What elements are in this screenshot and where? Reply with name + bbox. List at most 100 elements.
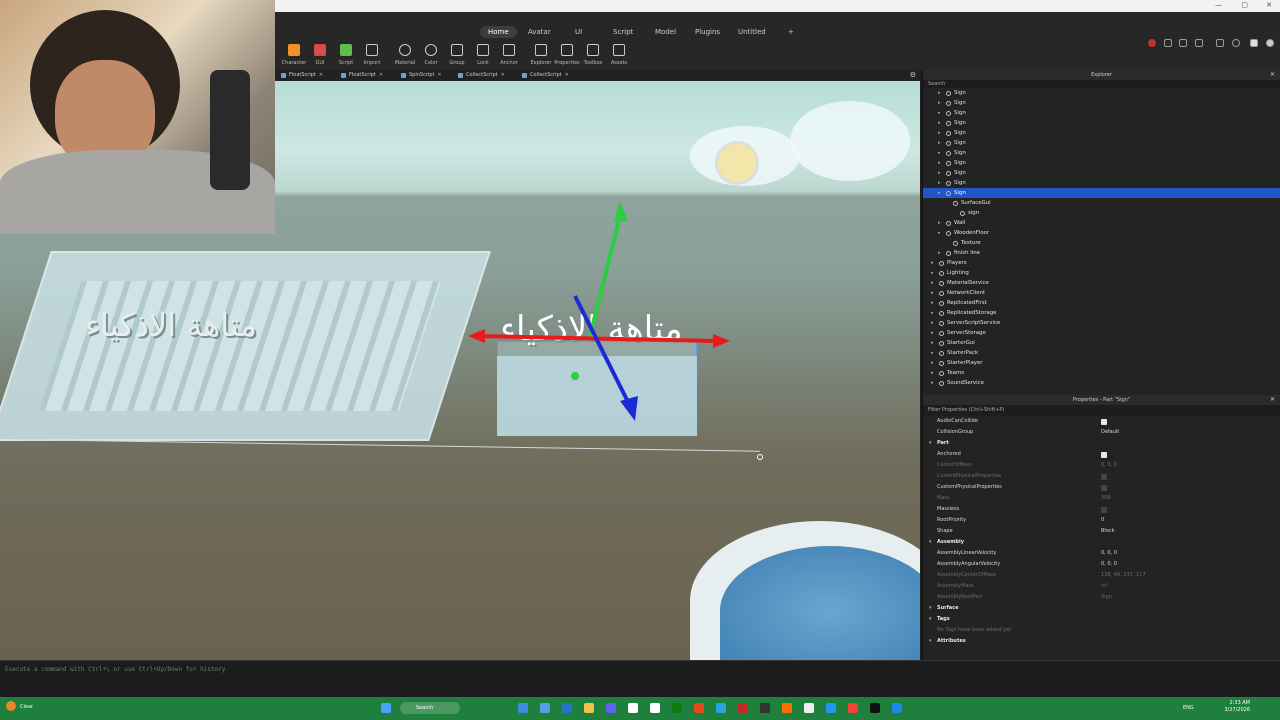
expand-arrow-icon[interactable]: ▸ — [938, 158, 941, 168]
expand-arrow-icon[interactable]: ▸ — [931, 348, 934, 358]
app-icon[interactable] — [848, 703, 858, 713]
xbox-icon[interactable] — [672, 703, 682, 713]
explorer-item[interactable]: ▸ Sign — [923, 98, 1280, 108]
property-row[interactable]: AssemblyLinearVelocity 0, 0, 0 — [923, 548, 1280, 559]
command-input[interactable]: Execute a command with Ctrl+\ or use Ctr… — [5, 666, 225, 673]
tab-untitled[interactable]: Untitled — [730, 26, 774, 38]
tab-model[interactable]: Model — [647, 26, 684, 38]
toolbox-button[interactable]: Toolbox — [580, 44, 606, 66]
explorer-item[interactable]: ▸ ServerScriptService — [923, 318, 1280, 328]
explorer-item[interactable]: ▸ Sign — [923, 128, 1280, 138]
folder-icon[interactable] — [584, 703, 594, 713]
expand-arrow-icon[interactable]: ▸ — [931, 328, 934, 338]
explorer-item[interactable]: ▸ SoundService — [923, 378, 1280, 388]
color-button[interactable]: Color — [418, 44, 444, 66]
expand-arrow-icon[interactable]: ▸ — [938, 228, 941, 238]
gizmo-z-axis[interactable] — [573, 295, 632, 407]
explorer-item[interactable]: ▸ MaterialService — [923, 278, 1280, 288]
property-row[interactable]: No Tags have been added yet — [923, 625, 1280, 636]
explorer-item[interactable]: ▸ Sign — [923, 158, 1280, 168]
expand-arrow-icon[interactable]: ▸ — [938, 248, 941, 258]
close-tab-icon[interactable]: ✕ — [437, 72, 441, 78]
cloud-icon[interactable] — [1232, 39, 1240, 47]
expand-arrow-icon[interactable]: ▸ — [931, 338, 934, 348]
property-value[interactable]: 138, 49, 237, 117 — [1101, 570, 1146, 581]
collapse-arrow-icon[interactable]: ▾ — [929, 438, 932, 449]
property-row[interactable]: CustomPhysicalProperties — [923, 482, 1280, 493]
property-row[interactable]: AssemblyMass inf — [923, 581, 1280, 592]
new-tab-button[interactable]: + — [780, 26, 802, 38]
property-value[interactable]: 0, 0, 0 — [1101, 559, 1117, 570]
property-row[interactable]: AssemblyAngularVelocity 0, 0, 0 — [923, 559, 1280, 570]
explorer-item[interactable]: sign — [923, 208, 1280, 218]
explorer-item[interactable]: ▸ StarterPack — [923, 348, 1280, 358]
share-icon[interactable] — [1164, 39, 1172, 47]
recorder-icon[interactable] — [694, 703, 704, 713]
explorer-item[interactable]: ▸ ReplicatedStorage — [923, 308, 1280, 318]
expand-arrow-icon[interactable]: ▸ — [931, 298, 934, 308]
chat-icon[interactable] — [1179, 39, 1187, 47]
explorer-item[interactable]: ▸ Sign — [923, 108, 1280, 118]
expand-arrow-icon[interactable]: ▸ — [938, 88, 941, 98]
discord-icon[interactable] — [606, 703, 616, 713]
explorer-item[interactable]: ▸ Teams — [923, 368, 1280, 378]
group-button[interactable]: Group — [444, 44, 470, 66]
app-icon[interactable] — [826, 703, 836, 713]
property-value[interactable]: Default — [1101, 427, 1119, 438]
language-indicator[interactable]: ENG — [1183, 705, 1194, 711]
property-row[interactable]: AudioCanCollide — [923, 416, 1280, 427]
property-row[interactable]: Massless — [923, 504, 1280, 515]
expand-arrow-icon[interactable]: ▸ — [931, 308, 934, 318]
expand-arrow-icon[interactable]: ▸ — [931, 378, 934, 388]
collapse-arrow-icon[interactable]: ▾ — [929, 537, 932, 548]
explorer-item[interactable]: ▸ NetworkClient — [923, 288, 1280, 298]
expand-arrow-icon[interactable]: ▸ — [938, 148, 941, 158]
close-icon[interactable]: ✕ — [1270, 395, 1275, 405]
roblox-studio-icon[interactable] — [870, 703, 880, 713]
property-value[interactable]: inf — [1101, 581, 1107, 592]
expand-arrow-icon[interactable]: ▸ — [931, 258, 934, 268]
collapse-arrow-icon[interactable]: ▾ — [929, 603, 932, 614]
close-icon[interactable]: ✕ — [1266, 1, 1272, 9]
collapse-arrow-icon[interactable]: ▾ — [929, 636, 932, 647]
tab-script[interactable]: Script — [605, 26, 641, 38]
property-value[interactable]: 0, 0, 0 — [1101, 460, 1117, 471]
explorer-item[interactable]: ▸ StarterGui — [923, 338, 1280, 348]
gui-button[interactable]: GUI — [307, 44, 333, 66]
expand-arrow-icon[interactable]: ▸ — [931, 368, 934, 378]
tab-ui[interactable]: UI — [567, 26, 590, 38]
property-row[interactable]: AssemblyRootPart Sign — [923, 592, 1280, 603]
property-value[interactable]: 0, 0, 0 — [1101, 548, 1117, 559]
mail-icon[interactable] — [540, 703, 550, 713]
explorer-item[interactable]: ▸ Sign — [923, 168, 1280, 178]
property-row[interactable]: CurrentPhysicalProperties — [923, 471, 1280, 482]
property-value[interactable]: 308 — [1101, 493, 1111, 504]
explorer-item[interactable]: ▸ Sign — [923, 138, 1280, 148]
collab-icon[interactable] — [1216, 39, 1224, 47]
expand-arrow-icon[interactable]: ▸ — [931, 268, 934, 278]
explorer-button[interactable]: Explorer — [528, 44, 554, 66]
property-checkbox[interactable] — [1101, 507, 1107, 513]
property-category[interactable]: ▾ Attributes — [923, 636, 1280, 647]
explorer-search[interactable]: Search — [923, 80, 1280, 88]
app-icon[interactable] — [804, 703, 814, 713]
settings-icon[interactable] — [1195, 39, 1203, 47]
expand-arrow-icon[interactable]: ▸ — [931, 318, 934, 328]
explorer-item[interactable]: ▸ StarterPlayer — [923, 358, 1280, 368]
expand-arrow-icon[interactable]: ▸ — [938, 118, 941, 128]
property-row[interactable]: AssemblyCenterOfMass 138, 49, 237, 117 — [923, 570, 1280, 581]
property-category[interactable]: ▾ Tags — [923, 614, 1280, 625]
gizmo-x-arrow-left[interactable] — [468, 329, 485, 343]
obs-icon[interactable] — [760, 703, 770, 713]
gizmo-x-arrow-right[interactable] — [713, 334, 730, 348]
explorer-item[interactable]: ▸ ServerStorage — [923, 328, 1280, 338]
explorer-item[interactable]: Texture — [923, 238, 1280, 248]
script-tab[interactable]: CollectScript ✕ — [522, 71, 569, 80]
gear-icon[interactable]: ⚙ — [910, 71, 916, 79]
tab-avatar[interactable]: Avatar — [520, 26, 559, 38]
brave-icon[interactable] — [782, 703, 792, 713]
properties-button[interactable]: Properties — [554, 44, 580, 66]
script-tab[interactable]: CollectScript ✕ — [458, 71, 505, 80]
import-button[interactable]: Import — [359, 44, 385, 66]
script-tab[interactable]: SpinScript ✕ — [401, 71, 442, 80]
